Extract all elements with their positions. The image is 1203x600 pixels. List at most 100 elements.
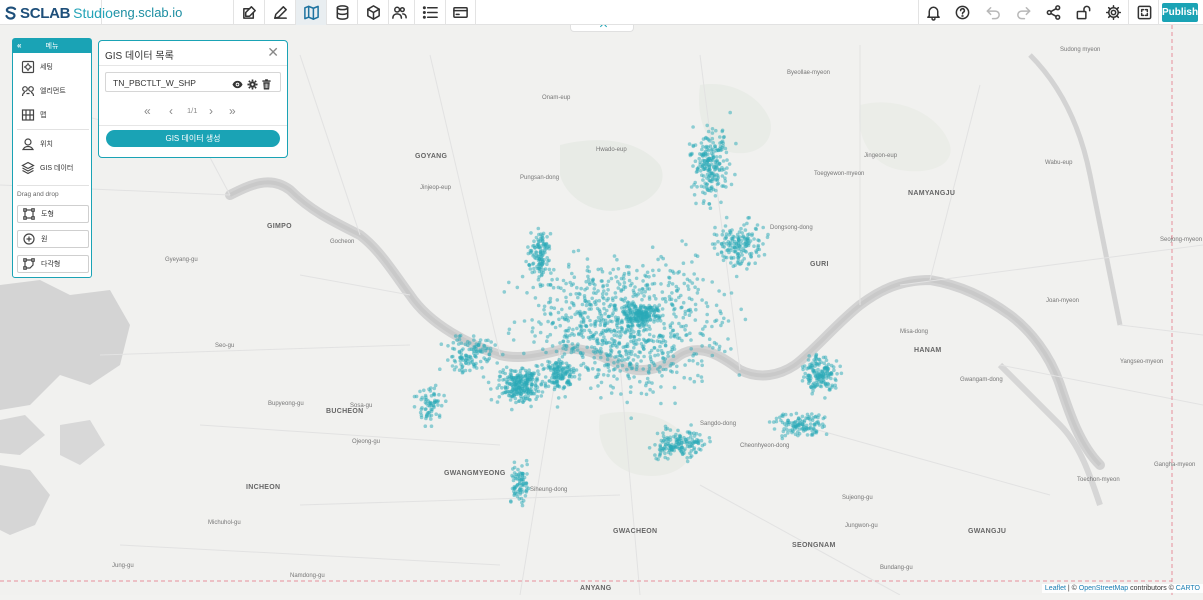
create-gis-data-button[interactable]: GIS 데이터 생성	[106, 130, 280, 147]
fullscreen-button[interactable]	[1129, 0, 1159, 25]
leaflet-link[interactable]: Leaflet	[1045, 585, 1066, 592]
drag-item-polygon[interactable]: 다각형	[17, 255, 89, 273]
domain-link[interactable]: eng.sclab.io	[113, 5, 182, 20]
gis-point	[525, 387, 529, 392]
map-district-label: Onam-eup	[542, 95, 571, 101]
toolbar-collapse-toggle[interactable]	[570, 25, 634, 32]
eye-icon[interactable]	[232, 77, 243, 89]
menu-item-map[interactable]: 맵	[21, 108, 46, 122]
gis-point	[601, 373, 606, 377]
gis-point	[493, 343, 498, 347]
gis-point	[826, 368, 830, 372]
gis-point	[660, 290, 665, 294]
app-logo[interactable]: SCLAB Studio	[5, 4, 113, 22]
gis-point	[823, 383, 828, 387]
gis-point	[468, 368, 472, 373]
gis-point	[592, 300, 597, 305]
gis-point	[645, 270, 650, 275]
card-icon	[452, 7, 468, 18]
card-button[interactable]	[445, 0, 475, 25]
redo-button[interactable]	[1008, 0, 1038, 25]
gis-point	[641, 329, 646, 333]
gis-point	[610, 341, 614, 346]
gis-point	[722, 167, 726, 172]
gis-point	[557, 357, 561, 362]
collapse-menu-icon[interactable]: «	[17, 41, 21, 50]
map-button[interactable]	[296, 0, 326, 25]
gis-point	[652, 334, 656, 339]
undo-button[interactable]	[978, 0, 1008, 25]
gis-point	[472, 362, 476, 367]
product-name: Studio	[73, 5, 113, 21]
map-district-label: Yangseo-myeon	[1120, 359, 1164, 365]
users-button[interactable]	[384, 0, 414, 25]
database-button[interactable]	[327, 0, 357, 25]
gis-point	[648, 311, 652, 316]
gis-point	[573, 345, 577, 350]
gis-point	[711, 177, 715, 181]
drag-item-circle[interactable]: 원	[17, 230, 89, 248]
gis-point	[528, 248, 533, 253]
gis-point	[625, 400, 629, 405]
gis-point	[721, 159, 726, 163]
gis-point	[829, 372, 834, 377]
gis-point	[459, 341, 464, 346]
gis-point	[683, 312, 687, 317]
osm-link[interactable]: OpenStreetMap	[1079, 585, 1128, 592]
gis-point	[638, 310, 642, 315]
trash-icon[interactable]	[261, 77, 272, 90]
edit-note-button[interactable]	[234, 0, 264, 25]
publish-button[interactable]: Publish	[1162, 3, 1198, 22]
close-icon[interactable]: ✕	[267, 45, 279, 59]
gis-point	[501, 370, 505, 375]
menu-header[interactable]: « 메뉴	[13, 39, 91, 53]
gis-point	[593, 360, 597, 365]
help-button[interactable]	[947, 0, 977, 25]
gis-point	[590, 296, 594, 301]
edit-button[interactable]	[265, 0, 295, 25]
gis-point	[524, 259, 528, 264]
menu-item-location[interactable]: 위치	[21, 137, 53, 151]
notifications-button[interactable]	[918, 0, 948, 25]
gis-point	[532, 270, 537, 274]
gis-point	[626, 373, 630, 377]
gis-point	[511, 387, 515, 392]
gis-point	[525, 291, 529, 295]
gis-point	[603, 318, 608, 323]
gis-point	[691, 125, 695, 129]
next-page-icon[interactable]: ›	[209, 104, 213, 118]
gis-point	[666, 350, 670, 355]
gis-point	[632, 346, 636, 350]
menu-item-settings[interactable]: 세팅	[21, 60, 53, 74]
gis-point	[532, 239, 536, 243]
last-page-icon[interactable]: »	[229, 104, 236, 118]
carto-link[interactable]: CARTO	[1176, 585, 1200, 592]
gis-point	[663, 451, 667, 456]
first-page-icon[interactable]: «	[144, 104, 151, 118]
gis-point	[512, 460, 517, 465]
gis-point	[693, 143, 698, 147]
gis-point	[513, 396, 518, 401]
share-button[interactable]	[1038, 0, 1068, 25]
gis-point	[467, 347, 472, 352]
drag-item-shape[interactable]: 도형	[17, 205, 89, 223]
gis-point	[736, 238, 741, 242]
menu-item-elements[interactable]: 엘리먼트	[21, 84, 66, 98]
list-button[interactable]	[415, 0, 445, 25]
unlock-button[interactable]	[1068, 0, 1098, 25]
menu-item-gis-data[interactable]: GIS 데이터	[21, 161, 73, 175]
gis-layer-row[interactable]: TN_PBCTLT_W_SHP	[105, 72, 281, 92]
gis-point	[700, 379, 704, 384]
settings-icon	[21, 60, 35, 74]
gis-point	[633, 304, 638, 309]
gis-point	[596, 267, 600, 272]
gis-point	[668, 364, 673, 368]
gear-icon[interactable]	[247, 77, 258, 90]
prev-page-icon[interactable]: ‹	[169, 104, 173, 118]
gis-point	[569, 350, 574, 355]
gis-point	[564, 369, 569, 374]
settings-button[interactable]	[1098, 0, 1128, 25]
drag-item-label: 도형	[41, 211, 54, 218]
gis-point	[679, 305, 683, 310]
gis-point	[742, 223, 746, 227]
